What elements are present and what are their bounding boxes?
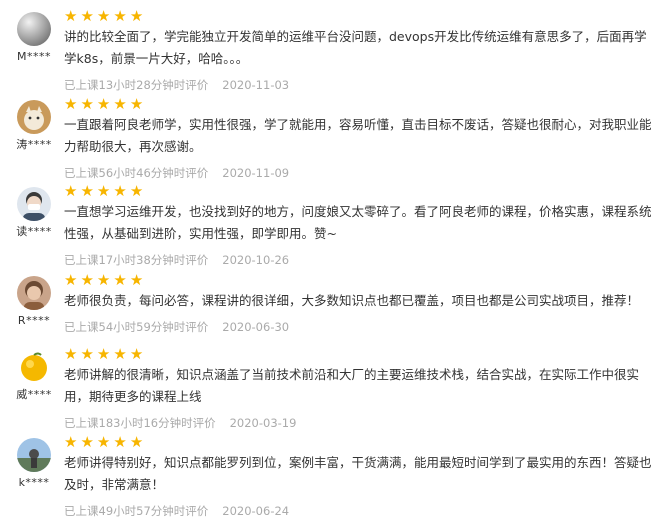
star-icon: ★ (129, 271, 147, 289)
reviewer-info: M**** (14, 12, 54, 64)
star-icon: ★ (96, 7, 114, 25)
rating-stars: ★★★★★ (64, 434, 652, 450)
reviewer-name: 涛**** (16, 138, 52, 151)
review-body: ★★★★★ 讲的比较全面了，学完能独立开发简单的运维平台没问题，devops开发比… (64, 8, 652, 92)
star-icon: ★ (80, 7, 97, 25)
star-icon: ★ (96, 95, 114, 113)
review-body: ★★★★★ 一直想学习运维开发，也没找到好的地方，问度娘又太零碎了。看了阿良老师的… (64, 183, 652, 267)
review-date: 2020-06-24 (222, 504, 290, 518)
star-icon: ★ (113, 95, 130, 113)
review-text: 老师很负责，每问必答，课程讲的很详细，大多数知识点也都已覆盖，项目也都是公司实战… (64, 293, 640, 308)
star-icon: ★ (129, 345, 147, 363)
star-icon: ★ (64, 95, 81, 113)
star-icon: ★ (96, 433, 114, 451)
study-duration: 已上课17小时38分钟时评价 (64, 253, 209, 267)
review-text: 一直想学习运维开发，也没找到好的地方，问度娘又太零碎了。看了阿良老师的课程，价格… (64, 204, 652, 241)
review-meta: 已上课49小时57分钟时评价 2020-06-24 (64, 504, 652, 518)
star-icon: ★ (80, 271, 97, 289)
star-icon: ★ (129, 7, 147, 25)
star-icon: ★ (129, 95, 147, 113)
landscape-avatar[interactable] (17, 438, 51, 472)
child-portrait-avatar[interactable] (17, 276, 51, 310)
star-icon: ★ (113, 433, 130, 451)
review-meta: 已上课17小时38分钟时评价 2020-10-26 (64, 253, 652, 267)
star-icon: ★ (80, 95, 97, 113)
star-icon: ★ (80, 433, 97, 451)
reviewer-name: 威**** (16, 388, 52, 401)
study-duration: 已上课56小时46分钟时评价 (64, 166, 209, 180)
star-icon: ★ (113, 7, 130, 25)
star-icon: ★ (64, 7, 81, 25)
review-text: 讲的比较全面了，学完能独立开发简单的运维平台没问题，devops开发比传统运维有… (64, 29, 647, 66)
star-icon: ★ (113, 345, 130, 363)
star-icon: ★ (96, 271, 114, 289)
review-text: 老师讲解的很清晰，知识点涵盖了当前技术前沿和大厂的主要运维技术栈，结合实战，在实… (64, 367, 640, 404)
star-icon: ★ (96, 345, 114, 363)
review-meta: 已上课183小时16分钟时评价 2020-03-19 (64, 416, 652, 430)
rating-stars: ★★★★★ (64, 183, 652, 199)
review-body: ★★★★★ 一直跟着阿良老师学，实用性很强，学了就能用，容易听懂，直击目标不废话，… (64, 96, 652, 180)
reviewer-name: 读**** (16, 225, 52, 238)
review-body: ★★★★★ 老师很负责，每问必答，课程讲的很详细，大多数知识点也都已覆盖，项目也都… (64, 272, 652, 334)
star-icon: ★ (64, 433, 81, 451)
review-meta: 已上课56小时46分钟时评价 2020-11-09 (64, 166, 652, 180)
rating-stars: ★★★★★ (64, 346, 652, 362)
star-icon: ★ (80, 182, 97, 200)
star-icon: ★ (64, 182, 81, 200)
review-body: ★★★★★ 老师讲得特别好，知识点都能罗列到位，案例丰富，干货满满，能用最短时间学… (64, 434, 652, 518)
review-text: 一直跟着阿良老师学，实用性很强，学了就能用，容易听懂，直击目标不废话，答疑也很耐… (64, 117, 652, 154)
rating-stars: ★★★★★ (64, 96, 652, 112)
reviewer-info: k**** (14, 438, 54, 490)
reviewer-name: M**** (17, 50, 51, 63)
review-meta: 已上课54小时59分钟时评价 2020-06-30 (64, 320, 652, 334)
star-icon: ★ (113, 182, 130, 200)
reviewer-name: R**** (17, 314, 51, 327)
reviewer-name: k**** (18, 476, 50, 489)
star-icon: ★ (96, 182, 114, 200)
study-duration: 已上课13小时28分钟时评价 (64, 78, 209, 92)
yellow-fruit-avatar[interactable] (17, 350, 51, 384)
rating-stars: ★★★★★ (64, 8, 652, 24)
reviewer-info: 读**** (14, 187, 54, 239)
gradient-gray-avatar[interactable] (17, 12, 51, 46)
star-icon: ★ (64, 271, 81, 289)
reviewer-info: 威**** (14, 350, 54, 402)
review-text: 老师讲得特别好，知识点都能罗列到位，案例丰富，干货满满，能用最短时间学到了最实用… (64, 455, 652, 492)
reviewer-info: 涛**** (14, 100, 54, 152)
review-date: 2020-06-30 (222, 320, 290, 334)
reviewer-info: R**** (14, 276, 54, 328)
star-icon: ★ (80, 345, 97, 363)
cat-photo-avatar[interactable] (17, 100, 51, 134)
review-meta: 已上课13小时28分钟时评价 2020-11-03 (64, 78, 652, 92)
star-icon: ★ (129, 433, 147, 451)
review-date: 2020-11-09 (222, 166, 290, 180)
masked-person-avatar[interactable] (17, 187, 51, 221)
review-date: 2020-10-26 (222, 253, 290, 267)
study-duration: 已上课183小时16分钟时评价 (64, 416, 216, 430)
study-duration: 已上课54小时59分钟时评价 (64, 320, 209, 334)
review-date: 2020-03-19 (229, 416, 297, 430)
star-icon: ★ (113, 271, 130, 289)
review-date: 2020-11-03 (222, 78, 290, 92)
review-body: ★★★★★ 老师讲解的很清晰，知识点涵盖了当前技术前沿和大厂的主要运维技术栈，结合… (64, 346, 652, 430)
rating-stars: ★★★★★ (64, 272, 652, 288)
star-icon: ★ (129, 182, 147, 200)
study-duration: 已上课49小时57分钟时评价 (64, 504, 209, 518)
star-icon: ★ (64, 345, 81, 363)
